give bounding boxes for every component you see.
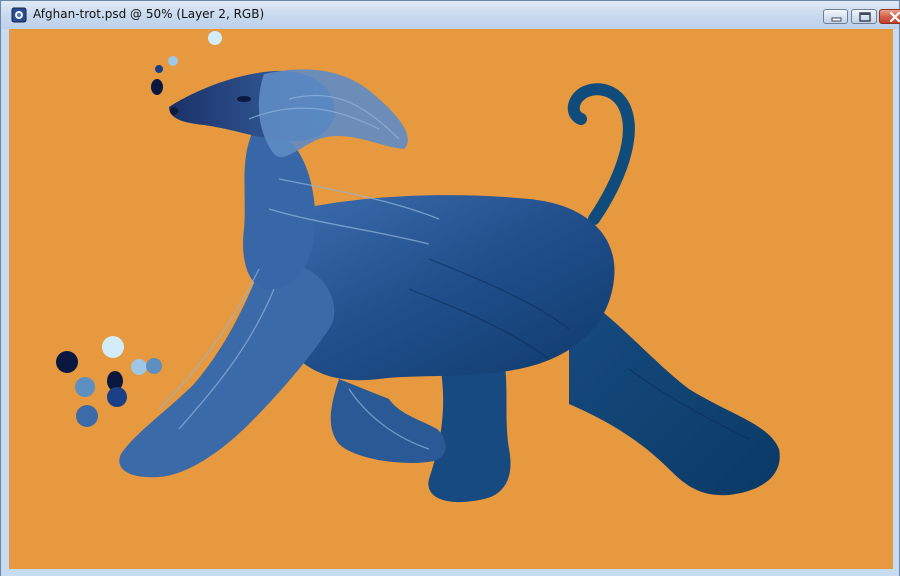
close-icon — [889, 11, 900, 23]
ear-hair — [258, 69, 408, 158]
window-title: Afghan-trot.psd @ 50% (Layer 2, RGB) — [33, 7, 265, 21]
window-bottom-border — [1, 569, 899, 576]
afghan-hound-painting — [56, 31, 780, 503]
minimize-button[interactable] — [823, 9, 848, 24]
window-titlebar[interactable]: Afghan-trot.psd @ 50% (Layer 2, RGB) — [1, 1, 900, 29]
photoshop-document-icon[interactable] — [11, 7, 27, 23]
palette-swatches-top — [151, 31, 222, 95]
maximize-icon — [859, 12, 871, 22]
minimize-icon — [831, 17, 842, 22]
maximize-button[interactable] — [851, 9, 877, 24]
document-window[interactable]: Afghan-trot.psd @ 50% (Layer 2, RGB) — [0, 0, 900, 576]
document-canvas[interactable] — [9, 29, 893, 569]
hind-leg — [569, 289, 780, 496]
middle-leg — [428, 359, 511, 503]
tail — [567, 83, 635, 225]
palette-swatches-bottom — [56, 336, 162, 427]
tucked-leg — [330, 379, 446, 464]
close-button[interactable] — [879, 9, 900, 24]
